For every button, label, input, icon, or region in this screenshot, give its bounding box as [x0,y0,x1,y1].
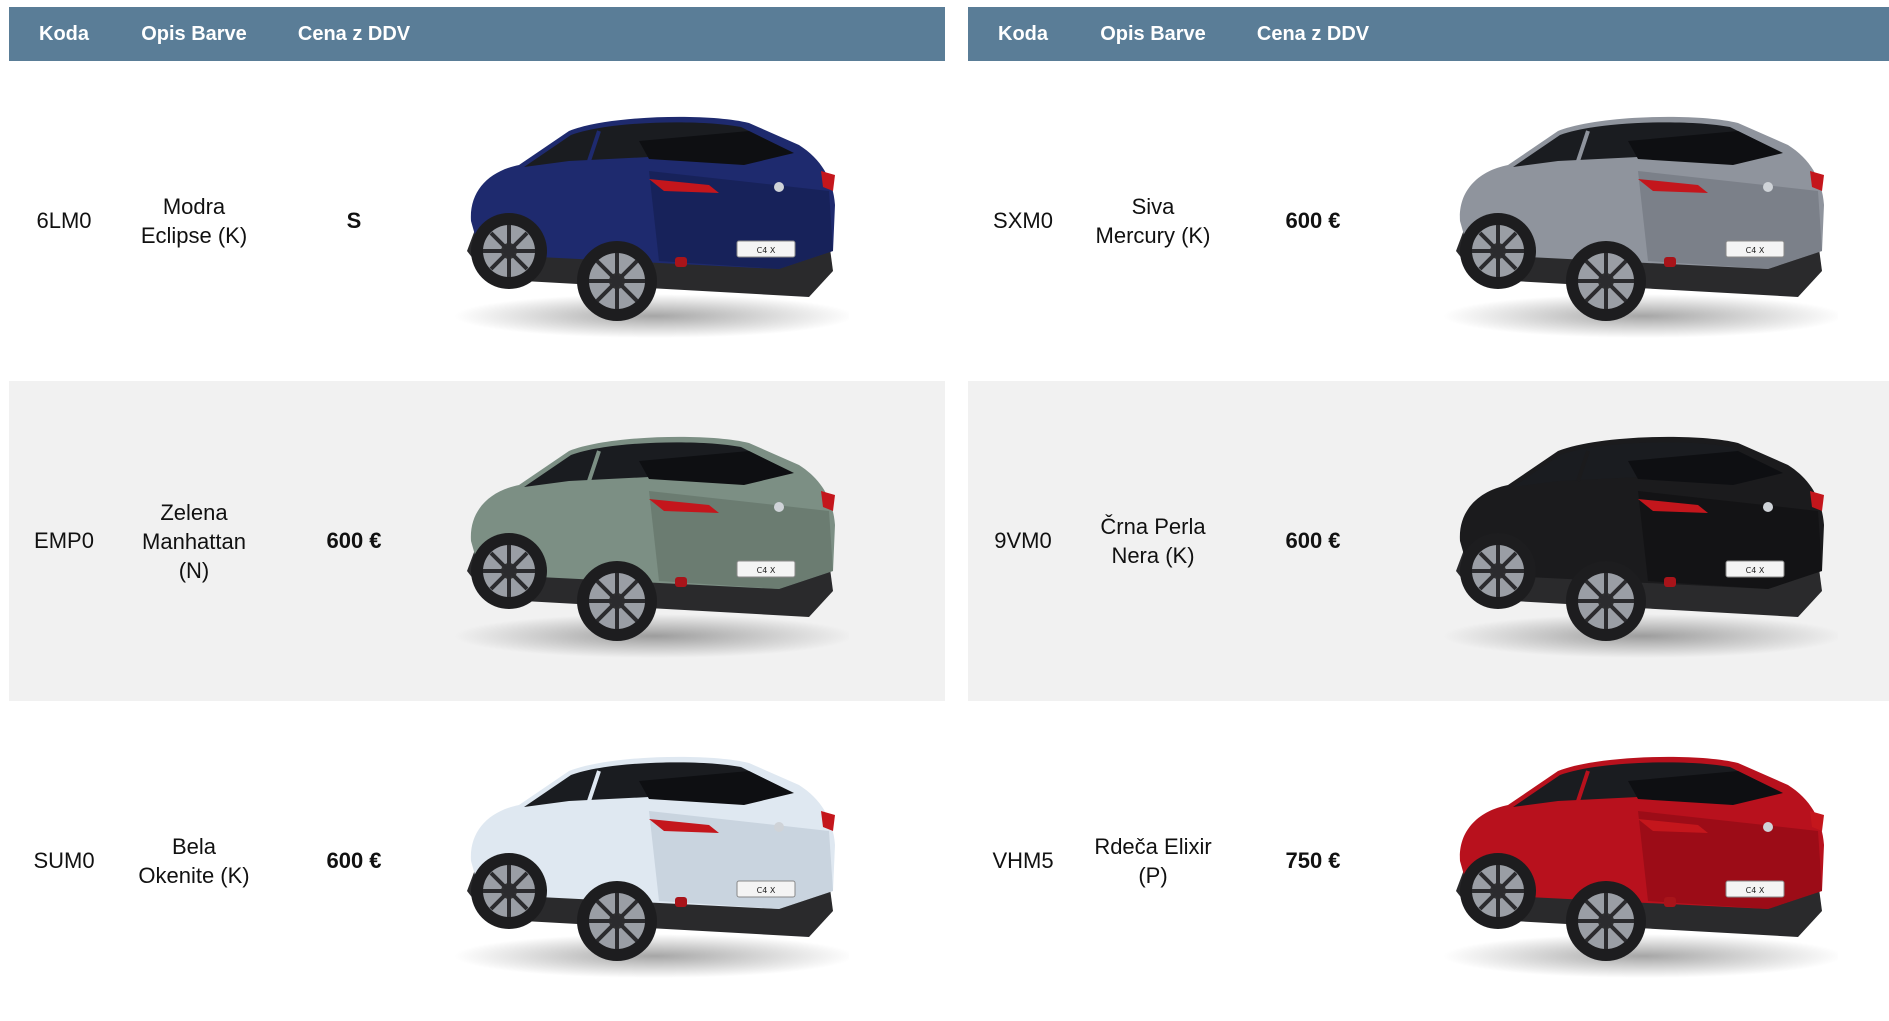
color-code: 9VM0 [994,528,1052,553]
svg-text:C4 X: C4 X [757,886,776,895]
color-price: 600 € [1285,528,1341,553]
table-header: Koda Opis Barve Cena z DDV [968,7,1889,61]
color-table-right: Koda Opis Barve Cena z DDV SXM0 Siva Mer… [968,7,1889,1021]
car-image: C4 X [449,741,849,981]
header-price: Cena z DDV [1256,22,1370,45]
color-description: Zelena Manhattan (N) [119,498,269,585]
table-row: SUM0 Bela Okenite (K) 600 € C4 X [9,701,945,1021]
header-code: Koda [39,22,89,45]
table-row: VHM5 Rdeča Elixir (P) 750 € C4 X [968,701,1889,1021]
color-price: 600 € [326,528,382,553]
car-image: C4 X [449,421,849,661]
color-price: 750 € [1285,848,1341,873]
color-description: Rdeča Elixir (P) [1078,832,1228,890]
desc-line: Siva [1131,194,1175,219]
table-body: SXM0 Siva Mercury (K) 600 € C4 X 9VM0 Čr… [968,61,1889,1021]
color-description: Črna Perla Nera (K) [1078,512,1228,570]
desc-line: (P) [1138,863,1168,888]
table-row: 6LM0 Modra Eclipse (K) S C4 X [9,61,945,381]
car-illustration: C4 X [1443,436,1838,658]
desc-line: Modra [162,194,226,219]
car-illustration: C4 X [1443,116,1838,338]
header-code: Koda [998,22,1048,45]
header-description: Opis Barve [141,22,247,45]
svg-text:C4 X: C4 X [1746,246,1765,255]
desc-line: Manhattan [142,528,246,554]
table-row: EMP0 Zelena Manhattan (N) 600 € C4 X [9,381,945,701]
svg-text:C4 X: C4 X [757,566,776,575]
color-description: Siva Mercury (K) [1078,192,1228,250]
header-price: Cena z DDV [297,22,411,45]
car-image: C4 X [1438,421,1838,661]
car-illustration: C4 X [454,116,849,338]
car-image: C4 X [1438,101,1838,341]
car-illustration: C4 X [1443,756,1838,978]
desc-line: Rdeča Elixir [1094,834,1212,859]
table-row: SXM0 Siva Mercury (K) 600 € C4 X [968,61,1889,381]
svg-text:C4 X: C4 X [757,246,776,255]
color-code: SXM0 [993,208,1053,233]
car-image: C4 X [1438,741,1838,981]
color-code: EMP0 [34,528,94,553]
desc-line: (N) [178,557,210,583]
color-price: 600 € [1285,208,1341,233]
table-header: Koda Opis Barve Cena z DDV [9,7,945,61]
car-illustration: C4 X [454,756,849,978]
desc-line: Črna Perla [1100,514,1206,539]
color-description: Bela Okenite (K) [119,832,269,890]
car-illustration: C4 X [454,436,849,658]
color-price: S [346,208,362,233]
desc-line: Okenite (K) [138,863,250,888]
svg-text:C4 X: C4 X [1746,566,1765,575]
car-image: C4 X [449,101,849,341]
color-table-left: Koda Opis Barve Cena z DDV 6LM0 Modra Ec… [9,7,945,1021]
color-description: Modra Eclipse (K) [119,192,269,250]
desc-line: Bela [171,834,217,859]
desc-line: Nera (K) [1111,543,1195,568]
color-code: VHM5 [992,848,1054,873]
header-description: Opis Barve [1100,22,1206,45]
desc-line: Mercury (K) [1095,223,1211,248]
table-row: 9VM0 Črna Perla Nera (K) 600 € C4 X [968,381,1889,701]
desc-line: Eclipse (K) [140,223,248,248]
desc-line: Zelena [160,499,228,525]
color-code: 6LM0 [36,208,92,233]
table-body: 6LM0 Modra Eclipse (K) S C4 X EMP0 Zelen… [9,61,945,1021]
color-code: SUM0 [33,848,95,873]
svg-text:C4 X: C4 X [1746,886,1765,895]
color-price: 600 € [326,848,382,873]
